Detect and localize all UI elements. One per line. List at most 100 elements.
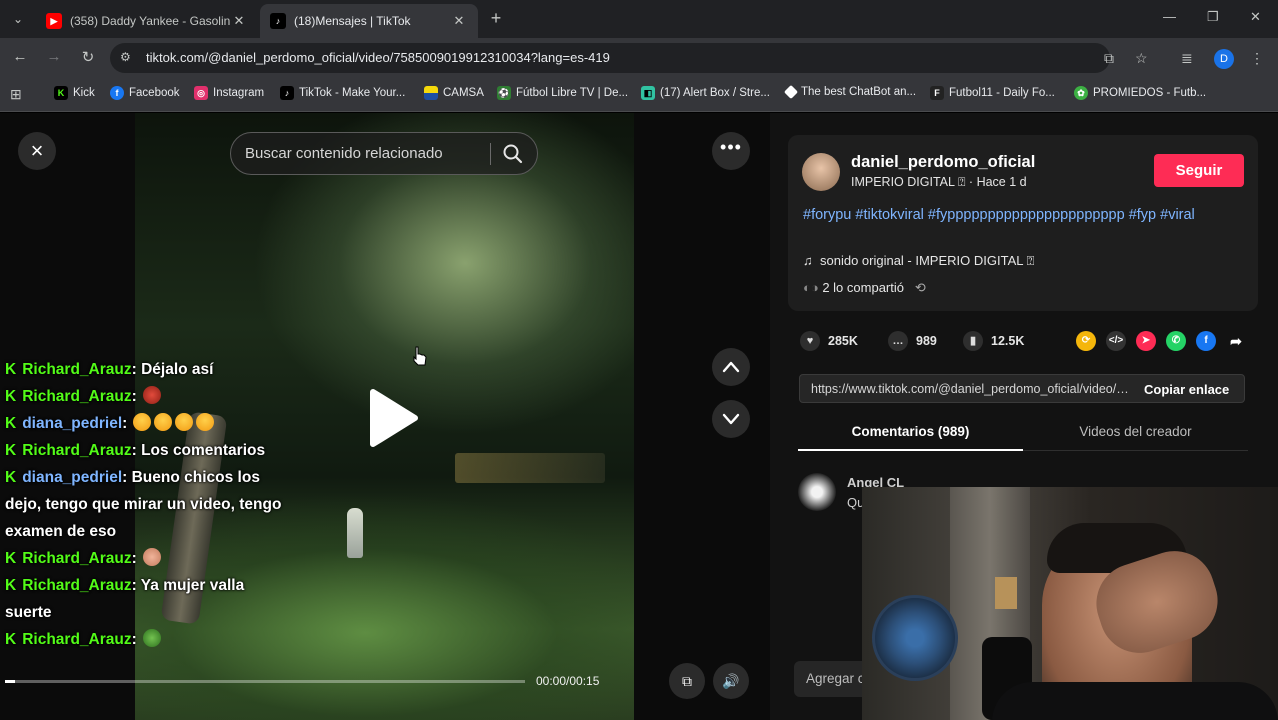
webcam-fan xyxy=(872,595,958,681)
like-count: 285K xyxy=(828,334,858,348)
chat-text: : xyxy=(122,415,128,432)
youtube-icon: ▶ xyxy=(46,13,62,29)
forward-icon[interactable]: → xyxy=(44,48,64,65)
save-count: 12.5K xyxy=(991,334,1025,348)
bookmark-tiktok[interactable]: ♪ TikTok - Make Your... xyxy=(280,86,405,100)
tab-tiktok[interactable]: ♪ (18)Mensajes | TikTok ✕ xyxy=(260,4,478,38)
address-bar[interactable]: ⚙ tiktok.com/@daniel_perdomo_oficial/vid… xyxy=(110,43,1110,73)
music-note-icon: ♫ xyxy=(803,253,820,268)
kick-icon: K xyxy=(54,86,68,100)
comment-avatar[interactable] xyxy=(798,473,836,511)
picture-in-picture-icon[interactable]: ⧉ xyxy=(669,663,705,699)
author-avatar[interactable] xyxy=(802,153,840,191)
tab-comments[interactable]: Comentarios (989) xyxy=(798,413,1023,451)
chat-message: K Richard_Arauz: xyxy=(5,545,285,572)
close-video-button[interactable]: × xyxy=(18,132,56,170)
profile-avatar[interactable]: D xyxy=(1214,49,1234,69)
bookmark-futbol11[interactable]: F Futbol11 - Daily Fo... xyxy=(930,86,1055,100)
send-to-friends-icon[interactable]: ➤ xyxy=(1136,331,1156,351)
apps-icon[interactable]: ⊞ xyxy=(10,86,22,103)
next-video-button[interactable] xyxy=(712,400,750,438)
shared-by[interactable]: ◐◑ 2 lo compartió ⟲ xyxy=(803,280,926,296)
chevron-up-icon xyxy=(722,361,740,373)
sound-link[interactable]: ♫ sonido original - IMPERIO DIGITAL ⍰ xyxy=(803,253,1034,269)
browser-tab-bar: ⌄ ▶ (358) Daddy Yankee - Gasolina ✕ ♪ (1… xyxy=(0,0,1278,38)
video-progress-fill xyxy=(5,680,16,683)
emoji-icon xyxy=(142,386,161,404)
bookmark-label: Futbol11 - Daily Fo... xyxy=(949,87,1055,99)
new-tab-icon[interactable]: + xyxy=(486,8,506,29)
close-tab-icon[interactable]: ✕ xyxy=(450,13,468,29)
chat-message: K Richard_Arauz: Ya mujer valla suerte xyxy=(5,572,285,626)
menu-icon[interactable]: ⋮ xyxy=(1250,50,1264,67)
whatsapp-icon[interactable]: ✆ xyxy=(1166,331,1186,351)
facebook-icon: f xyxy=(110,86,124,100)
media-controls-icon[interactable]: ≣ xyxy=(1181,50,1193,67)
bookmark-camsa[interactable]: CAMSA xyxy=(424,86,484,100)
volume-icon[interactable]: 🔊 xyxy=(713,663,749,699)
chat-message: K Richard_Arauz: Los comentarios xyxy=(5,437,285,464)
like-button[interactable]: ♥ 285K xyxy=(800,331,858,351)
chat-text: : xyxy=(131,550,137,567)
bookmark-label: CAMSA xyxy=(443,87,484,99)
close-tab-icon[interactable]: ✕ xyxy=(230,13,248,29)
bookmark-star-icon[interactable]: ☆ xyxy=(1135,50,1148,67)
previous-video-button[interactable] xyxy=(712,348,750,386)
tab-search-icon[interactable]: ⌄ xyxy=(8,9,28,29)
play-icon[interactable] xyxy=(365,388,419,448)
bookmark-promiedos[interactable]: ✿ PROMIEDOS - Futb... xyxy=(1074,86,1206,100)
comment-button[interactable]: … 989 xyxy=(888,331,937,351)
emoji-icon xyxy=(142,629,161,647)
soccer-icon: ⚽ xyxy=(497,86,511,100)
tab-creator-videos[interactable]: Videos del creador xyxy=(1023,413,1248,451)
bookmark-chatbot[interactable]: The best ChatBot an... xyxy=(783,84,917,100)
bookmark-alert-box[interactable]: ◧ (17) Alert Box / Stre... xyxy=(641,86,770,100)
more-options-button[interactable]: ••• xyxy=(712,132,750,170)
streamlabs-icon: ◧ xyxy=(641,86,655,100)
follow-button[interactable]: Seguir xyxy=(1154,154,1244,187)
chat-username: Richard_Arauz xyxy=(22,577,132,594)
minimize-icon[interactable]: — xyxy=(1163,9,1176,24)
bookmark-label: The best ChatBot an... xyxy=(801,86,917,98)
emoji-icon xyxy=(196,413,215,431)
emoji-icon xyxy=(133,413,152,431)
url-text[interactable]: tiktok.com/@daniel_perdomo_oficial/video… xyxy=(146,50,610,65)
save-button[interactable]: ▮ 12.5K xyxy=(963,331,1024,351)
video-link-text[interactable]: https://www.tiktok.com/@daniel_perdomo_o… xyxy=(811,382,1131,396)
repost-share-icon[interactable]: ⟳ xyxy=(1076,331,1096,351)
kick-icon: K xyxy=(5,469,17,486)
chat-text: : Los comentarios xyxy=(131,442,266,459)
embed-icon[interactable]: </> xyxy=(1106,331,1126,351)
more-share-icon[interactable]: ➦ xyxy=(1226,331,1246,351)
sound-label: sonido original - IMPERIO DIGITAL ⍰ xyxy=(819,253,1035,268)
restore-icon[interactable]: ❐ xyxy=(1207,9,1219,25)
cast-icon[interactable]: ⧉ xyxy=(1104,50,1114,67)
chat-text: : xyxy=(131,388,137,405)
copy-link-button[interactable]: Copiar enlace xyxy=(1144,382,1229,397)
tab-title: (358) Daddy Yankee - Gasolina xyxy=(70,14,230,28)
bookmark-label: PROMIEDOS - Futb... xyxy=(1093,87,1207,99)
chat-message: Kdiana_pedriel: xyxy=(5,410,285,437)
facebook-share-icon[interactable]: f xyxy=(1196,331,1216,351)
author-username[interactable]: daniel_perdomo_oficial xyxy=(851,153,1035,172)
chat-username: Richard_Arauz xyxy=(22,442,132,459)
kick-icon: K xyxy=(5,631,17,648)
mouse-cursor-icon xyxy=(413,346,427,366)
video-link-field[interactable]: https://www.tiktok.com/@daniel_perdomo_o… xyxy=(799,374,1245,403)
shared-avatars-icon: ◐◑ xyxy=(803,280,823,295)
bookmark-futbol-libre[interactable]: ⚽ Fútbol Libre TV | De... xyxy=(497,86,628,100)
related-search-input[interactable]: Buscar contenido relacionado xyxy=(230,132,538,175)
post-hashtags[interactable]: #forypu #tiktokviral #fypppppppppppppppp… xyxy=(803,205,1233,225)
chat-username: Richard_Arauz xyxy=(22,550,132,567)
back-icon[interactable]: ← xyxy=(10,48,30,65)
bookmark-facebook[interactable]: f Facebook xyxy=(110,86,180,100)
search-icon[interactable] xyxy=(501,142,525,166)
video-progress-bar[interactable] xyxy=(5,680,525,683)
reload-icon[interactable]: ↻ xyxy=(78,48,98,66)
site-info-icon[interactable]: ⚙ xyxy=(120,50,131,64)
window-close-icon[interactable]: ✕ xyxy=(1250,9,1261,25)
tab-youtube[interactable]: ▶ (358) Daddy Yankee - Gasolina ✕ xyxy=(36,4,258,38)
bookmark-kick[interactable]: K Kick xyxy=(54,86,95,100)
bookmark-instagram[interactable]: ◎ Instagram xyxy=(194,86,264,100)
emoji-icon xyxy=(175,413,194,431)
